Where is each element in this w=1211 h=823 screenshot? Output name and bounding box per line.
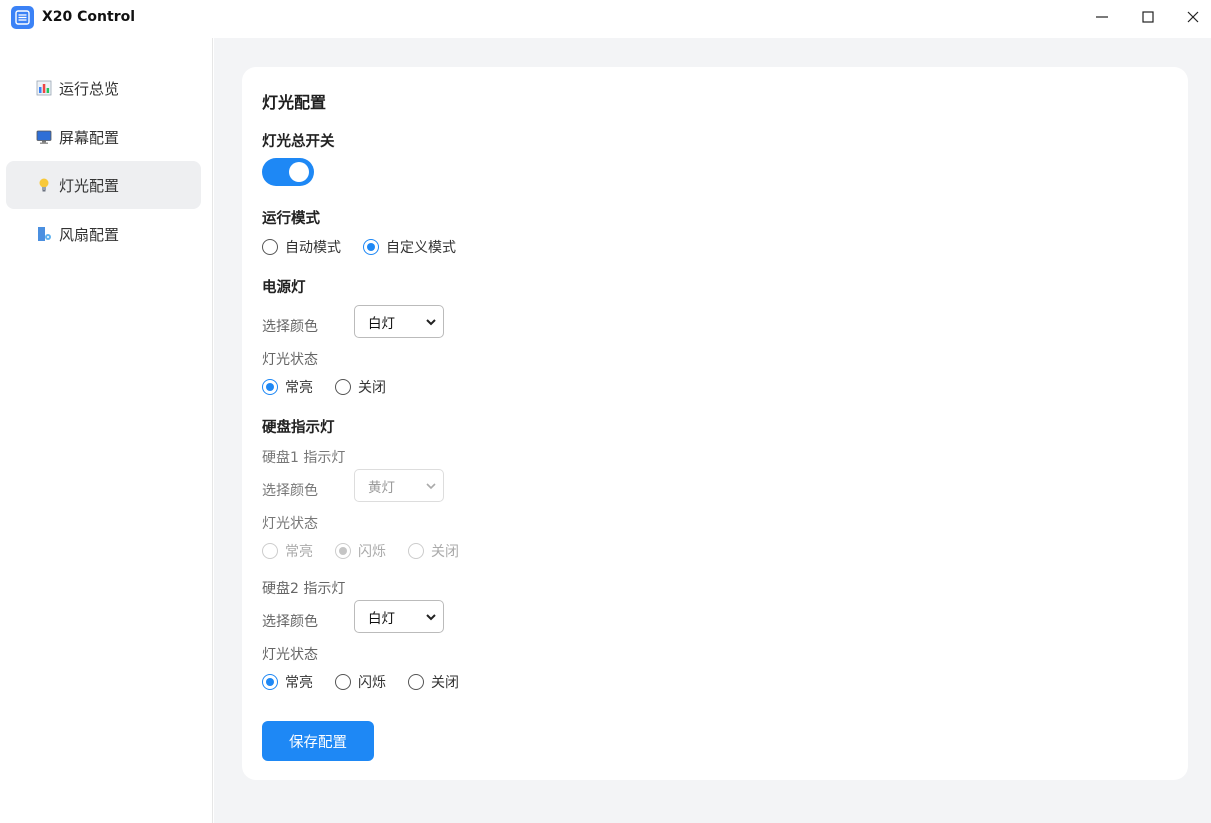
radio-circle — [408, 674, 424, 690]
radio-circle — [262, 543, 278, 559]
radio-label: 关闭 — [431, 675, 459, 691]
master-switch-toggle[interactable] — [262, 158, 314, 186]
disk2-state-label: 灯光状态 — [262, 647, 318, 663]
radio-label: 关闭 — [358, 380, 386, 396]
maximize-button[interactable] — [1125, 0, 1171, 34]
disk2-color-select[interactable]: 白灯 — [354, 600, 444, 633]
radio-circle — [262, 239, 278, 255]
radio-label: 闪烁 — [358, 675, 386, 691]
fan-icon — [36, 226, 52, 242]
close-icon — [1187, 11, 1199, 23]
sidebar-item-label: 运行总览 — [59, 79, 120, 98]
minimize-button[interactable] — [1079, 0, 1125, 34]
radio-circle — [262, 379, 278, 395]
radio-disk1-off[interactable]: 关闭 — [408, 541, 459, 561]
radio-label: 常亮 — [285, 380, 313, 396]
chevron-down-icon — [426, 319, 436, 326]
power-light-color-label: 选择颜色 — [262, 319, 318, 335]
disk2-state-radio-group: 常亮 闪烁 关闭 — [262, 672, 481, 692]
radio-circle — [408, 543, 424, 559]
save-config-button[interactable]: 保存配置 — [262, 721, 374, 761]
sidebar-item-lighting[interactable]: 灯光配置 — [6, 161, 201, 209]
radio-disk2-steady[interactable]: 常亮 — [262, 672, 313, 692]
bar-chart-icon — [36, 80, 52, 96]
disk-lights-label: 硬盘指示灯 — [262, 420, 335, 436]
lighting-config-card: 灯光配置 灯光总开关 运行模式 自动模式 自定义模式 电源灯 选择颜色 白灯 灯… — [242, 67, 1188, 780]
sidebar-item-screen[interactable]: 屏幕配置 — [6, 113, 201, 161]
disk1-color-select[interactable]: 黄灯 — [354, 469, 444, 502]
disk1-light-label: 硬盘1 指示灯 — [262, 450, 346, 466]
radio-auto-mode[interactable]: 自动模式 — [262, 237, 341, 257]
power-light-label: 电源灯 — [262, 280, 306, 296]
chevron-down-icon — [426, 483, 436, 490]
select-value: 白灯 — [368, 610, 395, 627]
select-value: 黄灯 — [368, 479, 395, 496]
radio-power-steady[interactable]: 常亮 — [262, 377, 313, 397]
sidebar-item-overview[interactable]: 运行总览 — [6, 64, 201, 112]
radio-circle — [262, 674, 278, 690]
radio-circle — [363, 239, 379, 255]
radio-disk1-blink[interactable]: 闪烁 — [335, 541, 386, 561]
power-light-state-label: 灯光状态 — [262, 352, 318, 368]
radio-disk2-blink[interactable]: 闪烁 — [335, 672, 386, 692]
sidebar-item-label: 屏幕配置 — [59, 128, 120, 147]
master-switch-label: 灯光总开关 — [262, 134, 335, 150]
sidebar-item-label: 风扇配置 — [59, 225, 120, 244]
radio-disk1-steady[interactable]: 常亮 — [262, 541, 313, 561]
radio-label: 关闭 — [431, 544, 459, 560]
disk1-state-radio-group: 常亮 闪烁 关闭 — [262, 541, 481, 561]
disk2-color-label: 选择颜色 — [262, 614, 318, 630]
radio-power-off[interactable]: 关闭 — [335, 377, 386, 397]
radio-custom-mode[interactable]: 自定义模式 — [363, 237, 456, 257]
radio-label: 常亮 — [285, 544, 313, 560]
sidebar: 运行总览 屏幕配置 灯光配置 风扇配置 — [0, 38, 213, 823]
radio-circle — [335, 674, 351, 690]
disk2-light-label: 硬盘2 指示灯 — [262, 581, 346, 597]
disk1-color-label: 选择颜色 — [262, 483, 318, 499]
radio-disk2-off[interactable]: 关闭 — [408, 672, 459, 692]
power-light-color-select[interactable]: 白灯 — [354, 305, 444, 338]
monitor-icon — [36, 129, 52, 145]
power-light-state-radio-group: 常亮 关闭 — [262, 377, 408, 397]
chevron-down-icon — [426, 614, 436, 621]
sidebar-item-fan[interactable]: 风扇配置 — [6, 210, 201, 258]
run-mode-label: 运行模式 — [262, 211, 320, 227]
radio-label: 自动模式 — [285, 240, 341, 256]
window-title: X20 Control — [42, 9, 136, 25]
radio-circle — [335, 379, 351, 395]
run-mode-radio-group: 自动模式 自定义模式 — [262, 237, 478, 257]
select-value: 白灯 — [368, 315, 395, 332]
radio-label: 常亮 — [285, 675, 313, 691]
toggle-knob — [289, 162, 309, 182]
radio-circle — [335, 543, 351, 559]
page-title: 灯光配置 — [262, 93, 327, 112]
title-bar: X20 Control — [0, 0, 1211, 38]
sidebar-item-label: 灯光配置 — [59, 176, 120, 195]
disk1-state-label: 灯光状态 — [262, 516, 318, 532]
radio-label: 闪烁 — [358, 544, 386, 560]
minimize-icon — [1096, 16, 1108, 18]
close-button[interactable] — [1170, 0, 1211, 34]
lightbulb-icon — [36, 177, 52, 193]
radio-label: 自定义模式 — [386, 240, 456, 256]
app-logo-icon — [11, 6, 34, 29]
main-content: 灯光配置 灯光总开关 运行模式 自动模式 自定义模式 电源灯 选择颜色 白灯 灯… — [214, 38, 1211, 823]
maximize-icon — [1142, 11, 1154, 23]
